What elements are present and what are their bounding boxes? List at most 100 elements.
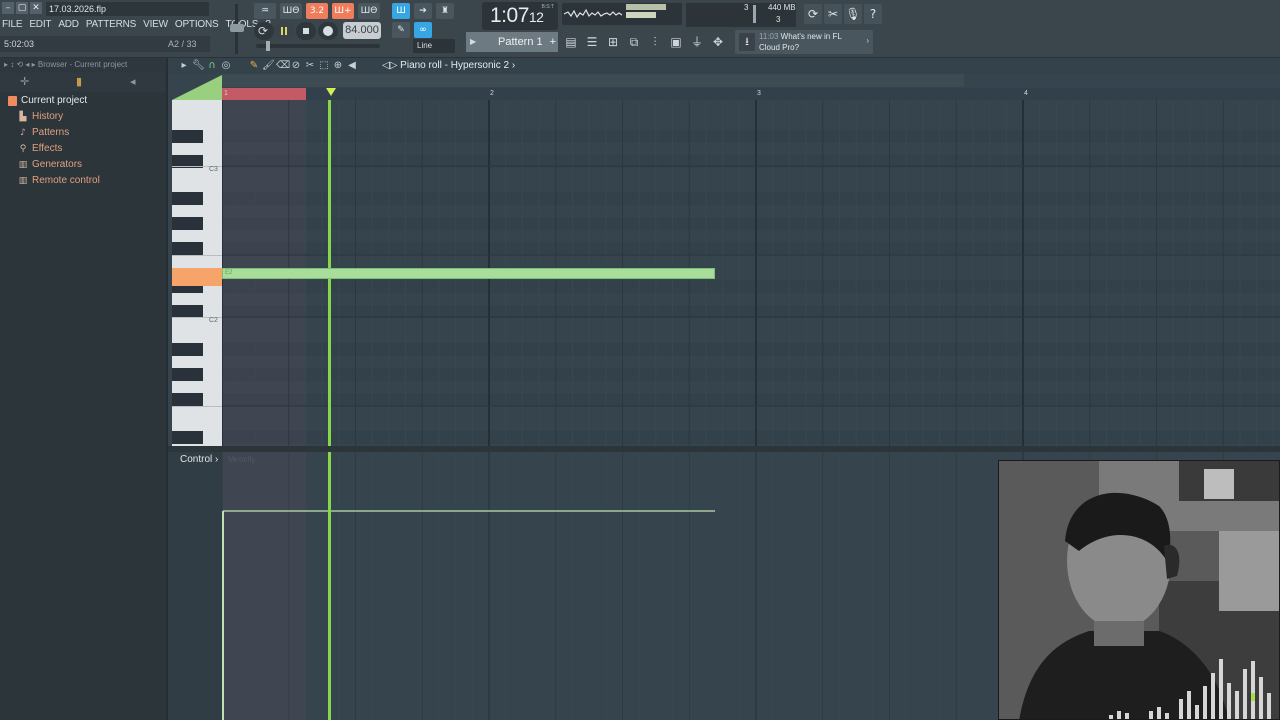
plugin-icon[interactable]: ⏚ <box>688 32 706 52</box>
erase-icon[interactable]: ⌫ <box>276 58 290 74</box>
bar-number: 1 <box>224 90 228 97</box>
generators-icon: ▥ <box>18 159 28 170</box>
metronome-bell-icon[interactable]: ♜ <box>436 3 454 19</box>
countdown-toggle[interactable]: 3.2 <box>306 3 328 19</box>
piano-roll-title[interactable]: ◁▷ Piano roll - Hypersonic 2 › <box>382 58 515 74</box>
close-icon[interactable]: ✕ <box>30 2 42 14</box>
browser-toolbar: ✛ ▮ ◂ <box>0 73 168 91</box>
news-panel[interactable]: ⭳ 11:03 What's new in FL Cloud Pro? › <box>735 30 873 54</box>
browser-icon[interactable]: ⧉ <box>625 32 643 52</box>
pencil-mode-icon[interactable]: ✎ <box>392 22 410 38</box>
arrow-right-icon[interactable]: ➔ <box>414 3 432 19</box>
download-icon[interactable]: ⭳ <box>739 33 755 51</box>
plugin-picker-icon[interactable]: ▣ <box>667 32 685 52</box>
add-pattern-icon[interactable]: + <box>550 32 556 52</box>
tuner-icon[interactable]: ✥ <box>709 32 727 52</box>
menu-view[interactable]: VIEW <box>143 18 168 32</box>
menu-add[interactable]: ADD <box>58 18 79 32</box>
tree-item-generators[interactable]: ▥ Generators <box>18 159 82 170</box>
playback-icon[interactable]: ◀ <box>346 58 358 74</box>
tempo-display[interactable]: 84.000 <box>343 22 381 39</box>
paint-icon[interactable]: 🖌︎ <box>262 58 275 74</box>
mixer-icon[interactable]: ⫶ <box>646 32 664 52</box>
black-key[interactable] <box>172 393 203 406</box>
step-edit-toggle[interactable]: Ш+ <box>332 3 354 19</box>
channel-rack-icon[interactable]: ☰ <box>583 32 601 52</box>
black-key[interactable] <box>172 242 203 255</box>
black-key[interactable] <box>172 431 203 444</box>
tree-item-remote-control[interactable]: ▥ Remote control <box>18 175 100 186</box>
time-format-label: B:S:T <box>541 4 554 10</box>
refresh-icon[interactable]: ⟳ <box>804 4 822 24</box>
menu-options[interactable]: OPTIONS <box>175 18 219 32</box>
black-key[interactable] <box>172 130 203 143</box>
bar-number: 4 <box>1024 90 1028 97</box>
piano-roll-icon[interactable]: ⊞ <box>604 32 622 52</box>
tree-item-patterns[interactable]: ♪ Patterns <box>18 127 69 138</box>
record-button[interactable] <box>318 22 338 40</box>
microphone-icon[interactable]: 🎙︎ <box>844 4 862 24</box>
minimize-icon[interactable]: – <box>2 2 14 14</box>
tree-root-current-project[interactable]: Current project <box>8 95 87 106</box>
snap-selector[interactable]: Line <box>413 39 455 53</box>
speaker-icon[interactable]: ◁▷ <box>382 60 400 71</box>
black-key[interactable] <box>172 192 203 205</box>
stamp-icon[interactable]: ◎ <box>220 58 232 74</box>
menu-edit[interactable]: EDIT <box>29 18 51 32</box>
menu-file[interactable]: FILE <box>2 18 23 32</box>
play-pause-button[interactable] <box>274 22 294 40</box>
mute-tool-icon[interactable]: ⊘ <box>290 58 302 74</box>
midi-note[interactable]: E2 <box>222 268 715 279</box>
horizontal-scrollbar[interactable] <box>222 74 964 87</box>
output-meter-left <box>626 4 666 10</box>
loop-region[interactable] <box>222 88 306 100</box>
select-icon[interactable]: ⬚ <box>318 58 330 74</box>
wait-record-button[interactable]: ШΘ <box>280 3 302 19</box>
master-volume-slider[interactable] <box>224 4 250 54</box>
typing-keyboard-icon[interactable]: Ш <box>392 3 410 19</box>
black-key[interactable] <box>172 217 203 230</box>
loop-record-button[interactable]: ШΘ <box>358 3 380 19</box>
playlist-icon[interactable]: ▤ <box>562 32 580 52</box>
piano-roll-title-text: Piano roll - Hypersonic 2 <box>400 60 510 71</box>
pattern-selector[interactable]: ▶ Pattern 1 + <box>466 32 558 52</box>
timeline-ruler[interactable]: 1 2 3 4 <box>222 88 1280 100</box>
menu-patterns[interactable]: PATTERNS <box>86 18 136 32</box>
effects-icon: ⚲ <box>19 143 27 154</box>
link-icon[interactable]: ∞ <box>414 22 432 38</box>
maximize-icon[interactable]: ▢ <box>16 2 28 14</box>
black-key[interactable] <box>172 368 203 381</box>
folder-icon[interactable]: ▮ <box>76 75 82 88</box>
browser-header: ▸ ↕ ⟲ ◂ ▸ Browser - Current project <box>0 58 168 72</box>
tree-item-effects[interactable]: ⚲ Effects <box>18 143 63 154</box>
zoom-corner[interactable] <box>172 75 222 100</box>
snap-magnet-icon[interactable]: ∩ <box>206 58 218 74</box>
memory-value: 440 MB <box>768 3 796 12</box>
stop-button[interactable] <box>296 22 316 40</box>
control-target-selector[interactable]: Control › <box>180 454 218 465</box>
magnet-icon[interactable]: 🔧︎ <box>192 58 205 74</box>
black-key[interactable] <box>172 343 203 356</box>
pattern-name: Pattern 1 <box>498 36 543 48</box>
volume-knob[interactable] <box>230 24 244 32</box>
cut-tools-icon[interactable]: ✂ <box>824 4 842 24</box>
pattern-song-toggle[interactable] <box>254 22 274 40</box>
help-icon[interactable]: ? <box>864 4 882 24</box>
master-pitch-slider[interactable] <box>256 41 380 51</box>
chevron-right-icon[interactable]: › <box>866 36 869 45</box>
tree-item-history[interactable]: ▙ History <box>18 111 64 122</box>
browser-panel: ▸ ↕ ⟲ ◂ ▸ Browser - Current project ✛ ▮ … <box>0 58 168 720</box>
song-time-display[interactable]: 1:0712 B:S:T <box>482 2 558 30</box>
collapse-icon[interactable]: ✛ <box>20 75 29 88</box>
playhead-marker[interactable] <box>326 88 336 96</box>
zoom-icon[interactable]: ⊕ <box>332 58 344 74</box>
menu-arrow-icon[interactable]: ▸ <box>178 58 190 74</box>
pencil-icon[interactable]: ✎ <box>248 58 260 74</box>
tag-icon[interactable]: ◂ <box>130 75 136 88</box>
slice-icon[interactable]: ✂ <box>304 58 316 74</box>
remote-control-icon: ▥ <box>18 175 28 186</box>
metronome-icon[interactable]: ♒ <box>254 3 276 19</box>
browser-arrow-icon[interactable]: ▸ ↕ ⟲ ◂ ▸ <box>4 60 36 69</box>
top-toolbar: – ▢ ✕ 17.03.2026.flp FILE EDIT ADD PATTE… <box>0 0 1280 58</box>
